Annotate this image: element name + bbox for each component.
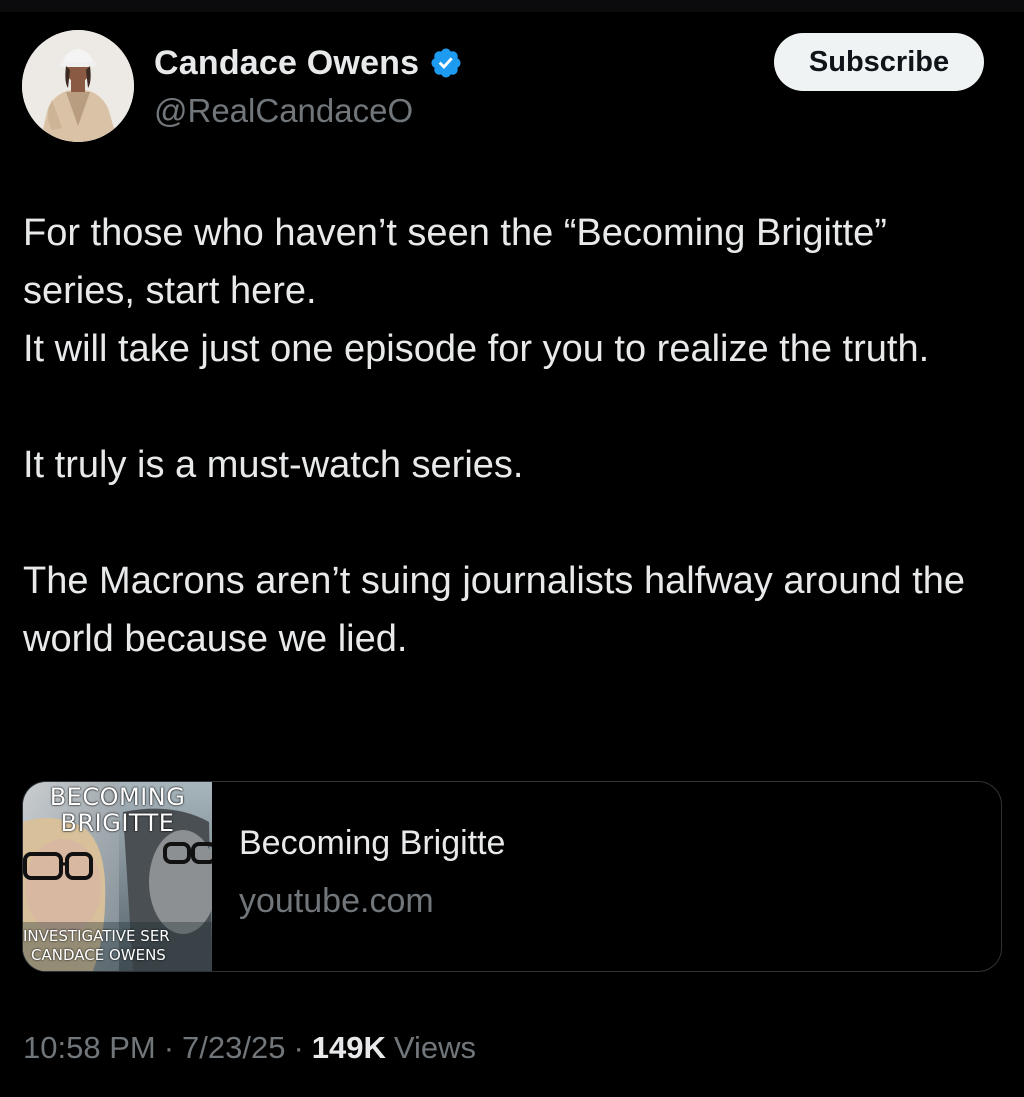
tweet-date[interactable]: 7/23/25: [182, 1030, 285, 1066]
tweet-metadata: 10:58 PM · 7/23/25 · 149K Views: [23, 1030, 476, 1066]
profile-photo: [22, 30, 134, 142]
views-count[interactable]: 149K: [312, 1030, 386, 1066]
user-handle[interactable]: @RealCandaceO: [154, 92, 413, 130]
status-bar-strip: [0, 0, 1024, 12]
tweet-line: It will take just one episode for you to…: [23, 328, 930, 370]
thumbnail-subtitle: INVESTIGATIVE SER CANDACE OWENS: [23, 927, 212, 965]
subscribe-button[interactable]: Subscribe: [774, 33, 984, 91]
link-preview-card[interactable]: BECOMING BRIGITTE INVESTIGATIVE SER CAND…: [22, 781, 1002, 972]
display-name[interactable]: Candace Owens: [154, 44, 419, 83]
video-thumbnail: BECOMING BRIGITTE INVESTIGATIVE SER CAND…: [23, 782, 212, 971]
link-card-title[interactable]: Becoming Brigitte: [239, 824, 505, 863]
verified-badge-icon: [429, 46, 463, 80]
thumbnail-subtitle-line: INVESTIGATIVE SER: [23, 927, 170, 945]
thumbnail-title: BECOMING BRIGITTE: [49, 783, 186, 837]
separator-dot: ·: [293, 1030, 304, 1065]
link-card-domain: youtube.com: [239, 882, 434, 920]
thumbnail-subtitle-line: CANDACE OWENS: [31, 946, 166, 964]
tweet-line: The Macrons aren’t suing journalists hal…: [23, 560, 966, 660]
tweet-time[interactable]: 10:58 PM: [23, 1030, 156, 1066]
tweet-line: It truly is a must-watch series.: [23, 444, 524, 486]
tweet-line: For those who haven’t seen the “Becoming…: [23, 212, 887, 312]
views-label: Views: [393, 1030, 477, 1065]
avatar[interactable]: [22, 30, 134, 142]
separator-dot: ·: [163, 1030, 175, 1065]
tweet-body: For those who haven’t seen the “Becoming…: [23, 204, 993, 668]
